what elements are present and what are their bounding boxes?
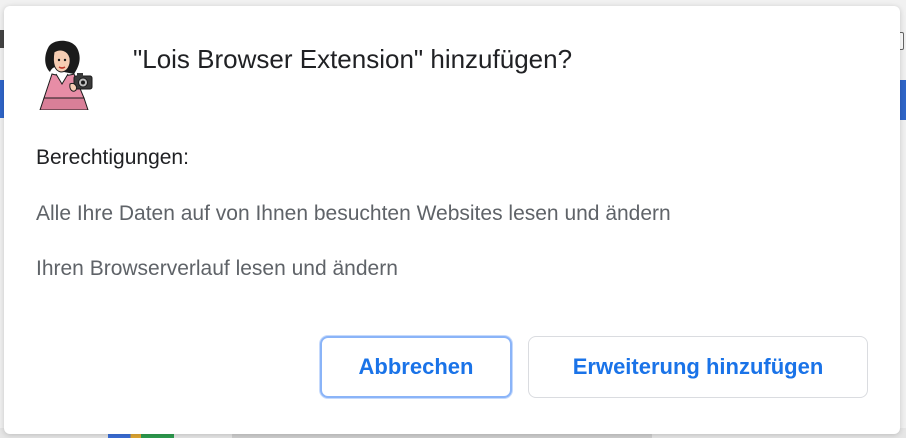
- cancel-button[interactable]: Abbrechen: [320, 336, 512, 398]
- permission-item: Alle Ihre Daten auf von Ihnen besuchten …: [36, 202, 671, 225]
- dialog-title: "Lois Browser Extension" hinzufügen?: [133, 44, 573, 74]
- permission-item: Ihren Browserverlauf lesen und ändern: [36, 257, 398, 280]
- add-extension-button[interactable]: Erweiterung hinzufügen: [528, 336, 868, 398]
- add-extension-dialog: "Lois Browser Extension" hinzufügen? Ber…: [4, 6, 900, 434]
- permissions-heading: Berechtigungen:: [36, 146, 189, 169]
- lois-extension-icon: [34, 38, 98, 111]
